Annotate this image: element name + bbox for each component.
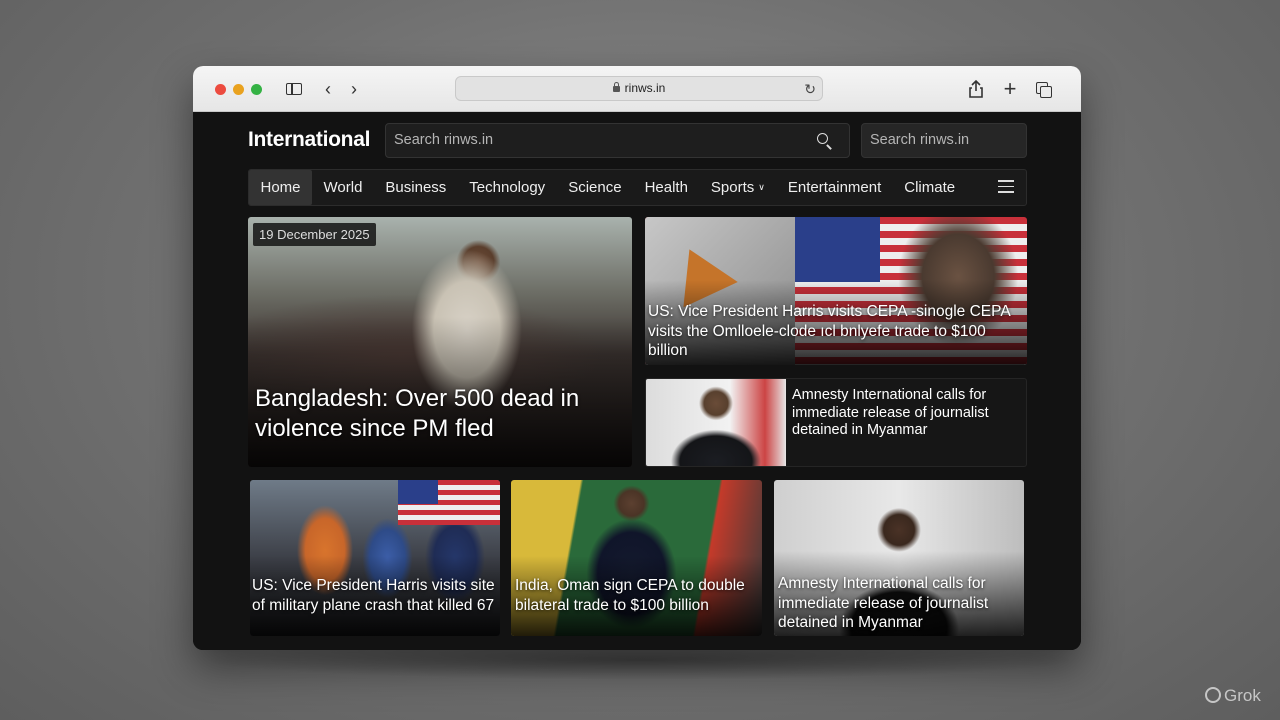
nav-item-science[interactable]: Science bbox=[557, 170, 633, 205]
secondary-search-input[interactable] bbox=[870, 132, 1020, 148]
tab-overview-icon[interactable] bbox=[1033, 78, 1055, 100]
reload-icon[interactable]: ↻ bbox=[804, 78, 816, 101]
chevron-down-icon: ∨ bbox=[758, 182, 765, 192]
watermark-text: Grok bbox=[1224, 686, 1261, 705]
address-bar[interactable]: rinws.in ↻ bbox=[455, 76, 823, 101]
nav-item-health[interactable]: Health bbox=[633, 170, 699, 205]
grok-watermark: Grok bbox=[1205, 685, 1261, 706]
back-icon[interactable]: ‹ bbox=[317, 78, 339, 100]
side-story-headline-2[interactable]: Amnesty International calls for immediat… bbox=[792, 387, 1024, 440]
share-icon[interactable] bbox=[965, 78, 987, 100]
nav-item-climate[interactable]: Climate bbox=[893, 170, 967, 205]
search-icon[interactable] bbox=[815, 131, 835, 151]
bottom-story-card-2[interactable]: India, Oman sign CEPA to double bilatera… bbox=[511, 480, 762, 636]
lock-icon bbox=[612, 82, 620, 92]
forward-icon[interactable]: › bbox=[343, 78, 365, 100]
bottom-story-headline-3[interactable]: Amnesty International calls for immediat… bbox=[778, 574, 1022, 633]
hero-story-card[interactable]: 19 December 2025 Bangladesh: Over 500 de… bbox=[248, 217, 632, 467]
close-window-button[interactable] bbox=[215, 84, 226, 95]
minimize-window-button[interactable] bbox=[233, 84, 244, 95]
side-story-image-2 bbox=[646, 379, 786, 466]
nav-item-technology[interactable]: Technology bbox=[458, 170, 557, 205]
side-story-card-1[interactable]: US: Vice President Harris visits CEPA -s… bbox=[645, 217, 1027, 365]
hero-headline[interactable]: Bangladesh: Over 500 dead in violence si… bbox=[255, 384, 625, 444]
secondary-search-box bbox=[861, 123, 1027, 158]
new-tab-icon[interactable]: + bbox=[999, 78, 1021, 100]
nav-item-home[interactable]: Home bbox=[249, 170, 313, 205]
bottom-story-headline-1[interactable]: US: Vice President Harris visits site of… bbox=[252, 576, 497, 615]
bottom-story-card-3[interactable]: Amnesty International calls for immediat… bbox=[774, 480, 1024, 636]
nav-item-sports-label: Sports bbox=[710, 179, 755, 196]
nav-item-sports[interactable]: Sports ∨ bbox=[699, 170, 776, 205]
main-nav: Home World Business Technology Science H… bbox=[248, 169, 1027, 206]
nav-item-entertainment[interactable]: Entertainment bbox=[776, 170, 892, 205]
page-content: International Home World Business Techno… bbox=[193, 112, 1081, 650]
search-box bbox=[385, 123, 850, 158]
side-story-card-2[interactable]: Amnesty International calls for immediat… bbox=[645, 378, 1027, 467]
site-title[interactable]: International bbox=[248, 128, 370, 152]
url-text: rinws.in bbox=[624, 81, 666, 95]
browser-toolbar: ‹ › rinws.in ↻ + bbox=[193, 66, 1081, 112]
us-flag-image bbox=[398, 480, 500, 525]
side-story-headline-1[interactable]: US: Vice President Harris visits CEPA -s… bbox=[648, 302, 1018, 361]
nav-item-business[interactable]: Business bbox=[374, 170, 458, 205]
maximize-window-button[interactable] bbox=[251, 84, 262, 95]
grok-logo-icon bbox=[1205, 687, 1221, 703]
hamburger-menu-icon[interactable] bbox=[998, 180, 1014, 194]
bottom-story-card-1[interactable]: US: Vice President Harris visits site of… bbox=[250, 480, 500, 636]
date-badge: 19 December 2025 bbox=[253, 223, 376, 246]
browser-window: ‹ › rinws.in ↻ + International Home Worl… bbox=[193, 66, 1081, 650]
search-input[interactable] bbox=[394, 132, 774, 148]
sidebar-toggle-icon[interactable] bbox=[283, 78, 305, 100]
nav-item-world[interactable]: World bbox=[312, 170, 374, 205]
bottom-story-headline-2[interactable]: India, Oman sign CEPA to double bilatera… bbox=[515, 576, 755, 615]
